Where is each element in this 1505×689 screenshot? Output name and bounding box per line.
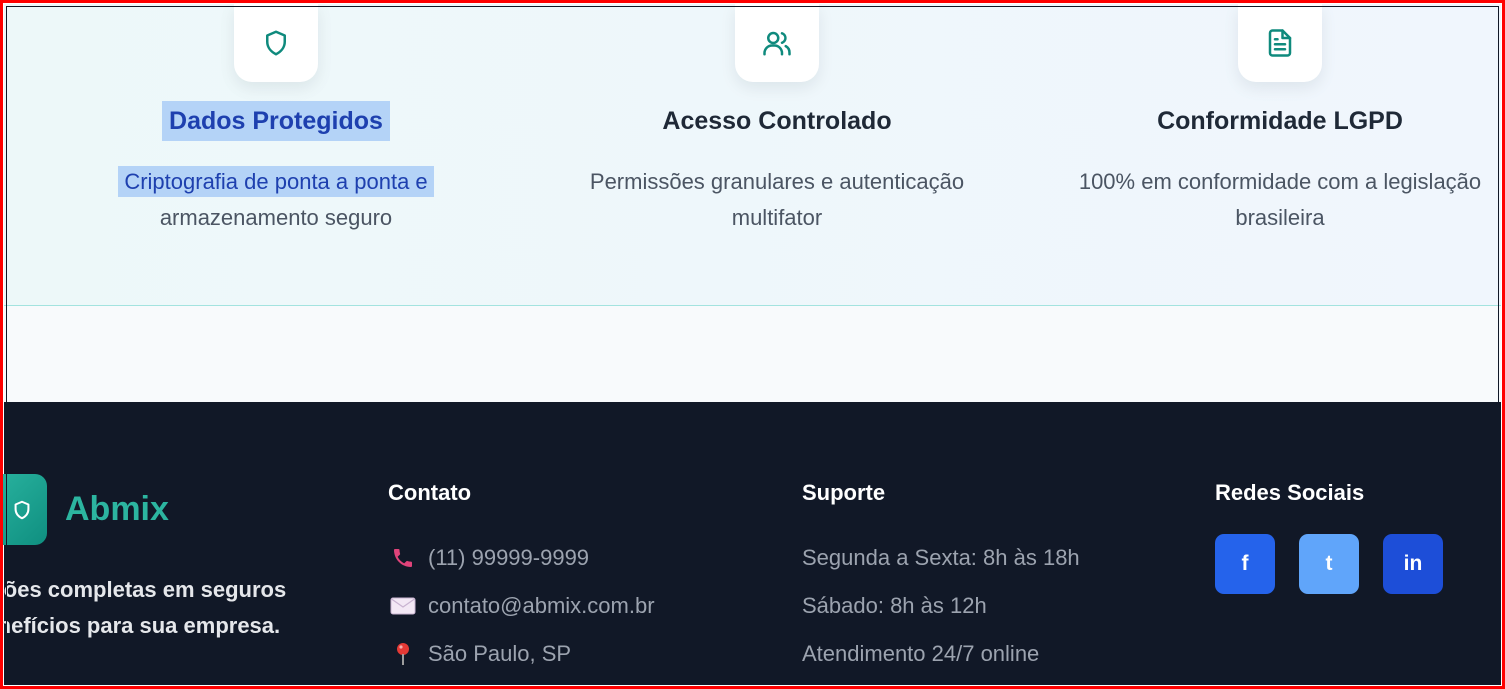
shield-icon bbox=[266, 30, 286, 56]
feature-icon-box bbox=[735, 4, 819, 82]
feature-icon-box bbox=[1238, 4, 1322, 82]
feature-description: Permissões granulares e autenticação mul… bbox=[589, 169, 965, 230]
feature-title: Acesso Controlado bbox=[662, 107, 892, 135]
feature-icon-box bbox=[234, 4, 318, 82]
shield-icon bbox=[14, 500, 30, 519]
brand-logo[interactable] bbox=[0, 474, 47, 545]
brand-description: luções completas em seguros benefícios p… bbox=[0, 577, 287, 638]
envelope-icon bbox=[390, 596, 416, 616]
users-icon bbox=[763, 31, 791, 56]
support-title: Suporte bbox=[802, 480, 886, 505]
facebook-button[interactable]: f bbox=[1215, 534, 1275, 594]
support-hours-weekdays: Segunda a Sexta: 8h às 18h bbox=[802, 545, 1080, 570]
feature-title: Conformidade LGPD bbox=[1157, 107, 1403, 135]
brand-name[interactable]: Abmix bbox=[65, 490, 169, 529]
pin-icon bbox=[390, 642, 416, 666]
site-footer: Abmix luções completas em seguros benefí… bbox=[0, 402, 1501, 685]
contact-location[interactable]: São Paulo, SP bbox=[390, 630, 655, 678]
support-list: Segunda a Sexta: 8h às 18h Sábado: 8h às… bbox=[802, 534, 1080, 678]
contact-list: (11) 99999-9999 contato@abmix.com.br São… bbox=[390, 534, 655, 678]
feature-description: Criptografia de ponta a ponta e armazena… bbox=[56, 164, 496, 236]
feature-title: Dados Protegidos bbox=[56, 101, 496, 141]
linkedin-icon: in bbox=[1403, 552, 1423, 575]
document-icon bbox=[1268, 29, 1292, 57]
linkedin-button[interactable]: in bbox=[1383, 534, 1443, 594]
features-section: Dados Protegidos Criptografia de ponta a… bbox=[4, 4, 1501, 306]
social-links: f t in bbox=[1215, 534, 1443, 594]
section-spacer bbox=[4, 306, 1501, 402]
support-hours-saturday: Sábado: 8h às 12h bbox=[802, 593, 987, 618]
twitter-button[interactable]: t bbox=[1299, 534, 1359, 594]
social-title: Redes Sociais bbox=[1215, 480, 1365, 505]
contact-title: Contato bbox=[388, 480, 472, 505]
contact-phone[interactable]: (11) 99999-9999 bbox=[390, 534, 655, 582]
facebook-icon: f bbox=[1241, 552, 1249, 575]
twitter-icon: t bbox=[1325, 552, 1333, 575]
feature-description: 100% em conformidade com a legislação br… bbox=[1078, 169, 1482, 230]
phone-icon bbox=[390, 546, 416, 570]
contact-email[interactable]: contato@abmix.com.br bbox=[390, 582, 655, 630]
support-online: Atendimento 24/7 online bbox=[802, 641, 1040, 666]
